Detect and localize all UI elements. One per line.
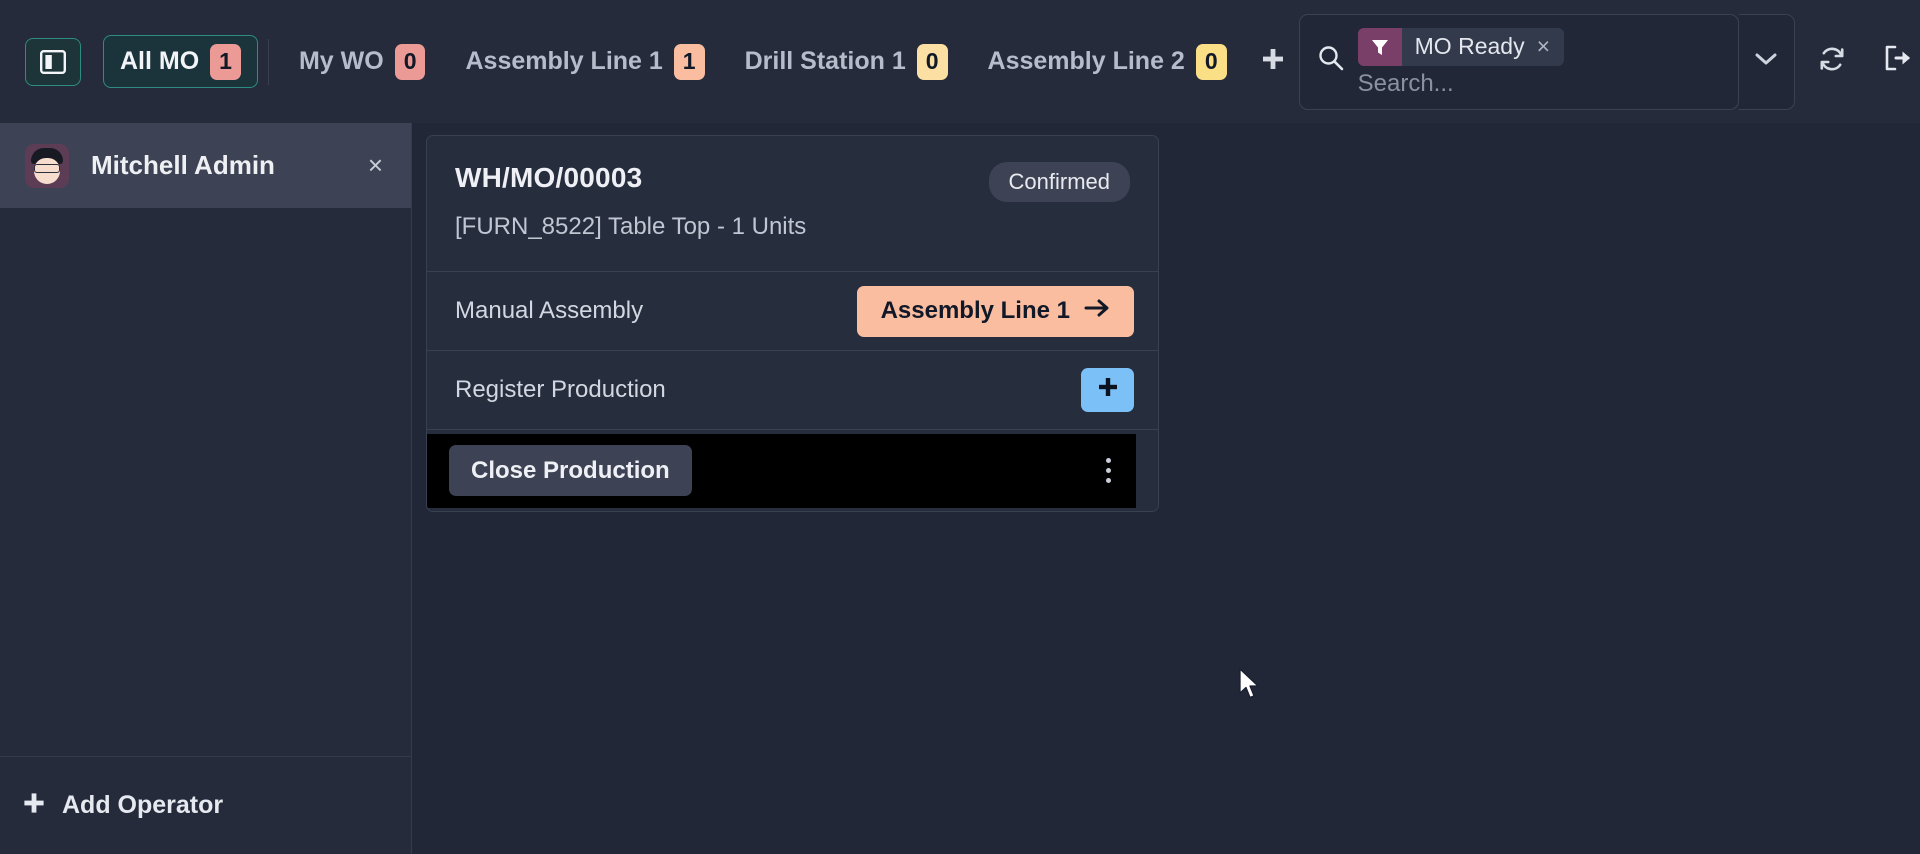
tab-my-wo-count: 0: [395, 44, 426, 80]
plus-icon: [1260, 43, 1286, 80]
mo-product-line: [FURN_8522] Table Top - 1 Units: [455, 213, 1130, 241]
search-box[interactable]: MO Ready ×: [1299, 14, 1739, 110]
card-header: WH/MO/00003 Confirmed [FURN_8522] Table …: [427, 136, 1158, 271]
user-avatar: [25, 144, 69, 188]
arrow-right-icon: [1084, 297, 1110, 325]
logout-icon: [1883, 44, 1913, 79]
workorder-button-label: Assembly Line 1: [881, 297, 1070, 325]
operator-item-mitchell-admin[interactable]: Mitchell Admin ×: [0, 123, 411, 208]
add-workcenter-button[interactable]: [1247, 0, 1299, 123]
search-dropdown-toggle[interactable]: [1739, 14, 1795, 110]
tab-drill-station-1[interactable]: Drill Station 1 0: [725, 0, 968, 123]
plus-icon: [1096, 374, 1120, 406]
close-button[interactable]: Close: [1869, 0, 1920, 123]
tab-all-mo[interactable]: All MO 1: [81, 0, 258, 123]
operation-row-manual-assembly: Manual Assembly Assembly Line 1: [427, 271, 1158, 350]
tab-assembly-line-2[interactable]: Assembly Line 2 0: [968, 0, 1247, 123]
filter-chip-mo-ready[interactable]: MO Ready ×: [1358, 28, 1564, 66]
filter-chip-label: MO Ready: [1402, 33, 1537, 60]
search-icon: [1316, 43, 1346, 73]
tab-my-wo[interactable]: My WO 0: [279, 0, 446, 123]
operators-list: [0, 208, 411, 756]
operator-name: Mitchell Admin: [91, 150, 362, 181]
card-footer: Close Production: [427, 429, 1158, 511]
tab-assembly-line-1[interactable]: Assembly Line 1 1: [445, 0, 724, 123]
tab-all-mo-pill[interactable]: All MO 1: [103, 35, 258, 88]
sidebar-panel-icon: [40, 50, 66, 74]
tab-divider: [268, 39, 269, 85]
kebab-dot: [1106, 458, 1111, 463]
register-production-add-button[interactable]: [1081, 368, 1134, 412]
kebab-dot: [1106, 468, 1111, 473]
top-bar: All MO 1 My WO 0 Assembly Line 1 1 Drill…: [0, 0, 1920, 123]
tab-assembly-line-1-count: 1: [674, 44, 705, 80]
avatar-glasses: [34, 164, 60, 173]
close-production-strip: Close Production: [427, 434, 1080, 508]
workcenter-tabs: All MO 1 My WO 0 Assembly Line 1 1 Drill…: [81, 0, 1299, 123]
operation-label: Manual Assembly: [455, 297, 643, 325]
refresh-icon: [1817, 44, 1847, 79]
tab-drill-station-1-label: Drill Station 1: [745, 47, 906, 76]
kebab-dot: [1106, 478, 1111, 483]
tab-drill-station-1-count: 0: [917, 44, 948, 80]
tab-my-wo-label: My WO: [299, 47, 384, 76]
status-badge: Confirmed: [989, 162, 1130, 202]
manufacturing-order-card[interactable]: WH/MO/00003 Confirmed [FURN_8522] Table …: [426, 135, 1159, 512]
tab-assembly-line-1-label: Assembly Line 1: [465, 47, 662, 76]
filter-funnel-icon: [1358, 28, 1402, 66]
tab-assembly-line-2-label: Assembly Line 2: [988, 47, 1185, 76]
chevron-down-icon: [1755, 52, 1777, 71]
operators-sidebar: Mitchell Admin × Add Operator: [0, 123, 412, 854]
filter-chip-remove[interactable]: ×: [1537, 33, 1564, 60]
add-operator-label: Add Operator: [62, 791, 223, 820]
operation-row-register-production: Register Production: [427, 350, 1158, 429]
kebab-menu-icon[interactable]: [1080, 434, 1136, 508]
main-content: WH/MO/00003 Confirmed [FURN_8522] Table …: [412, 123, 1920, 854]
register-production-label: Register Production: [455, 376, 666, 404]
refresh-button[interactable]: [1795, 0, 1869, 123]
workorder-assembly-line-1-button[interactable]: Assembly Line 1: [857, 286, 1134, 337]
tab-assembly-line-2-count: 0: [1196, 44, 1227, 80]
tab-all-mo-count: 1: [210, 44, 241, 80]
add-operator-button[interactable]: Add Operator: [0, 756, 411, 854]
plus-icon: [22, 791, 46, 820]
tab-all-mo-label: All MO: [120, 47, 199, 76]
sidebar-toggle-button[interactable]: [25, 38, 81, 86]
search-input[interactable]: [1358, 70, 1728, 98]
operator-remove-button[interactable]: ×: [362, 150, 389, 181]
close-production-button[interactable]: Close Production: [449, 445, 692, 496]
